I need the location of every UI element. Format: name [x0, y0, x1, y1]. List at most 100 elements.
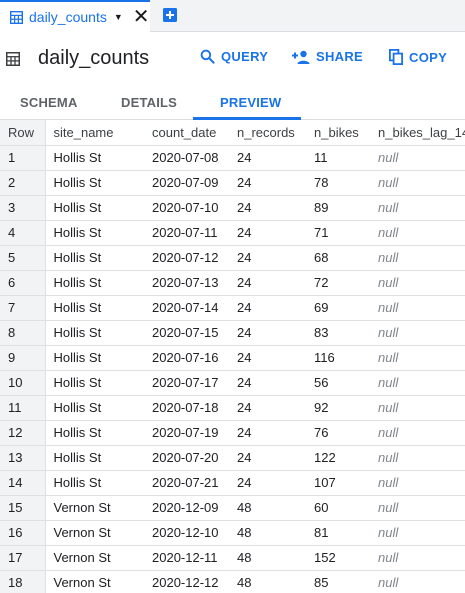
- table-row[interactable]: 5 Hollis St 2020-07-12 24 68 null: [0, 245, 465, 271]
- copy-icon: [389, 49, 403, 65]
- n-bikes-cell: 92: [306, 395, 370, 421]
- table-row[interactable]: 17 Vernon St 2020-12-11 48 152 null: [0, 545, 465, 571]
- n-records-cell: 24: [229, 295, 306, 321]
- site-name-cell: Hollis St: [44, 395, 144, 421]
- row-number: 13: [0, 445, 45, 471]
- table-row[interactable]: 8 Hollis St 2020-07-15 24 83 null: [0, 320, 465, 346]
- table-row[interactable]: 14 Hollis St 2020-07-21 24 107 null: [0, 470, 465, 496]
- n-records-cell: 24: [229, 320, 306, 346]
- site-name-cell: Hollis St: [44, 320, 144, 346]
- count-date-cell: 2020-07-16: [144, 345, 229, 371]
- column-header-site-name[interactable]: site_name: [44, 120, 144, 146]
- table-row[interactable]: 12 Hollis St 2020-07-19 24 76 null: [0, 420, 465, 446]
- site-name-cell: Hollis St: [44, 295, 144, 321]
- row-number: 14: [0, 470, 45, 496]
- row-number: 2: [0, 170, 45, 196]
- add-tab-icon[interactable]: [162, 7, 178, 23]
- table-row[interactable]: 1 Hollis St 2020-07-08 24 11 null: [0, 145, 465, 171]
- count-date-cell: 2020-12-12: [144, 570, 229, 593]
- row-number: 1: [0, 145, 45, 171]
- n-records-cell: 24: [229, 370, 306, 396]
- n-bikes-cell: 116: [306, 345, 370, 371]
- row-number: 12: [0, 420, 45, 446]
- table-row[interactable]: 15 Vernon St 2020-12-09 48 60 null: [0, 495, 465, 521]
- column-header-n-bikes[interactable]: n_bikes: [306, 120, 370, 146]
- n-records-cell: 24: [229, 170, 306, 196]
- row-number: 11: [0, 395, 45, 421]
- column-header-n-records[interactable]: n_records: [229, 120, 306, 146]
- tab-schema[interactable]: SCHEMA: [20, 95, 78, 110]
- count-date-cell: 2020-07-19: [144, 420, 229, 446]
- n-bikes-cell: 76: [306, 420, 370, 446]
- site-name-cell: Hollis St: [44, 245, 144, 271]
- n-bikes-cell: 11: [306, 145, 370, 171]
- table-header-row: Row site_name count_date n_records n_bik…: [0, 120, 465, 146]
- count-date-cell: 2020-07-21: [144, 470, 229, 496]
- table-row[interactable]: 9 Hollis St 2020-07-16 24 116 null: [0, 345, 465, 371]
- n-bikes-cell: 107: [306, 470, 370, 496]
- query-button[interactable]: QUERY: [200, 49, 268, 64]
- row-number: 9: [0, 345, 45, 371]
- site-name-cell: Hollis St: [44, 470, 144, 496]
- page-title: daily_counts: [38, 47, 150, 69]
- share-button[interactable]: SHARE: [292, 49, 363, 64]
- tab-preview[interactable]: PREVIEW: [220, 95, 281, 110]
- n-bikes-lag-cell: null: [370, 170, 465, 196]
- count-date-cell: 2020-12-10: [144, 520, 229, 546]
- table-row[interactable]: 16 Vernon St 2020-12-10 48 81 null: [0, 520, 465, 546]
- count-date-cell: 2020-12-11: [144, 545, 229, 571]
- n-records-cell: 24: [229, 445, 306, 471]
- n-bikes-lag-cell: null: [370, 195, 465, 221]
- site-name-cell: Hollis St: [44, 345, 144, 371]
- count-date-cell: 2020-07-10: [144, 195, 229, 221]
- table-row[interactable]: 11 Hollis St 2020-07-18 24 92 null: [0, 395, 465, 421]
- site-name-cell: Hollis St: [44, 420, 144, 446]
- table-row[interactable]: 6 Hollis St 2020-07-13 24 72 null: [0, 270, 465, 296]
- site-name-cell: Vernon St: [44, 495, 144, 521]
- detail-tabs: SCHEMA DETAILS PREVIEW: [0, 85, 465, 120]
- table-row[interactable]: 13 Hollis St 2020-07-20 24 122 null: [0, 445, 465, 471]
- n-bikes-cell: 89: [306, 195, 370, 221]
- count-date-cell: 2020-07-17: [144, 370, 229, 396]
- n-bikes-lag-cell: null: [370, 420, 465, 446]
- n-bikes-lag-cell: null: [370, 145, 465, 171]
- count-date-cell: 2020-07-11: [144, 220, 229, 246]
- site-name-cell: Vernon St: [44, 545, 144, 571]
- row-number: 10: [0, 370, 45, 396]
- n-bikes-cell: 69: [306, 295, 370, 321]
- count-date-cell: 2020-07-09: [144, 170, 229, 196]
- table-row[interactable]: 3 Hollis St 2020-07-10 24 89 null: [0, 195, 465, 221]
- table-row[interactable]: 18 Vernon St 2020-12-12 48 85 null: [0, 570, 465, 593]
- column-header-count-date[interactable]: count_date: [144, 120, 229, 146]
- count-date-cell: 2020-07-15: [144, 320, 229, 346]
- table-row[interactable]: 4 Hollis St 2020-07-11 24 71 null: [0, 220, 465, 246]
- n-records-cell: 24: [229, 270, 306, 296]
- site-name-cell: Hollis St: [44, 370, 144, 396]
- tab-details[interactable]: DETAILS: [121, 95, 177, 110]
- count-date-cell: 2020-07-14: [144, 295, 229, 321]
- chevron-down-icon[interactable]: ▼: [114, 12, 123, 22]
- n-records-cell: 24: [229, 345, 306, 371]
- n-bikes-cell: 85: [306, 570, 370, 593]
- row-number: 4: [0, 220, 45, 246]
- n-bikes-lag-cell: null: [370, 545, 465, 571]
- count-date-cell: 2020-07-08: [144, 145, 229, 171]
- page-header: daily_counts QUERY SHARE COPY: [0, 33, 465, 85]
- preview-table: Row site_name count_date n_records n_bik…: [0, 120, 465, 593]
- n-bikes-cell: 72: [306, 270, 370, 296]
- table-icon: [10, 10, 23, 24]
- search-icon: [200, 49, 215, 64]
- column-header-n-bikes-lag-14[interactable]: n_bikes_lag_14: [370, 120, 465, 146]
- tab-daily-counts[interactable]: daily_counts ▼ ✕: [0, 0, 150, 32]
- close-icon[interactable]: ✕: [133, 7, 150, 27]
- n-records-cell: 48: [229, 570, 306, 593]
- table-row[interactable]: 2 Hollis St 2020-07-09 24 78 null: [0, 170, 465, 196]
- copy-button[interactable]: COPY: [389, 49, 447, 65]
- n-bikes-cell: 68: [306, 245, 370, 271]
- n-bikes-lag-cell: null: [370, 320, 465, 346]
- n-bikes-lag-cell: null: [370, 570, 465, 593]
- n-records-cell: 24: [229, 470, 306, 496]
- table-row[interactable]: 7 Hollis St 2020-07-14 24 69 null: [0, 295, 465, 321]
- table-body: 1 Hollis St 2020-07-08 24 11 null 2 Hollis St 20…: [0, 145, 465, 593]
- table-row[interactable]: 10 Hollis St 2020-07-17 24 56 null: [0, 370, 465, 396]
